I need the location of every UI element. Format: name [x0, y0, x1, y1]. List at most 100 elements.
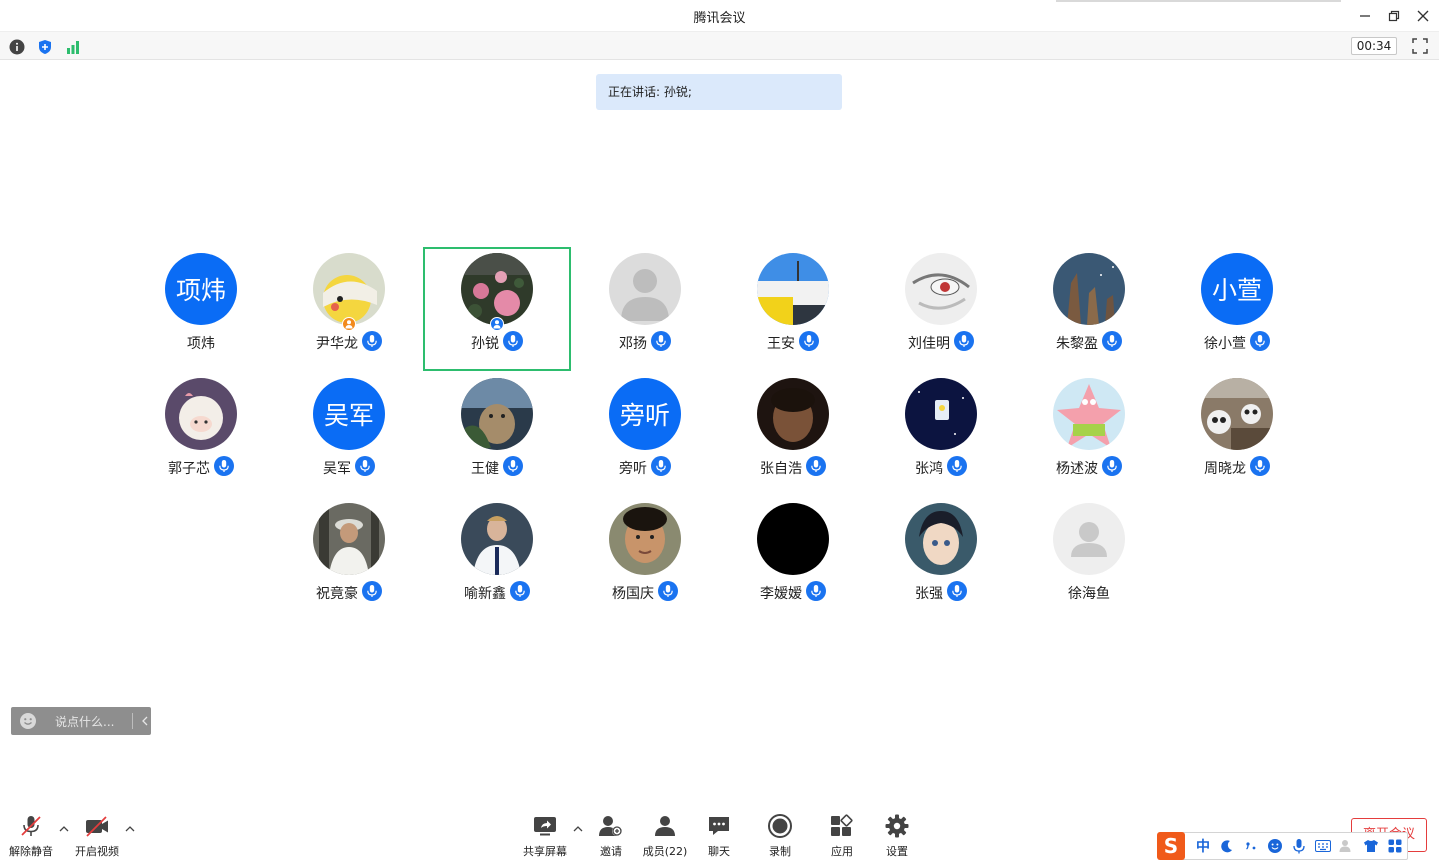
meeting-info-button[interactable]	[8, 38, 25, 55]
participant-tile[interactable]: 徐海鱼	[1015, 497, 1163, 621]
mic-status-badge	[947, 581, 967, 601]
participant-tile[interactable]: 尹华龙	[275, 247, 423, 371]
mic-status-badge	[503, 456, 523, 476]
chat-placeholder: 说点什么...	[55, 715, 115, 729]
participant-name: 杨国庆	[612, 586, 654, 602]
toolbox-grid-icon[interactable]	[1383, 834, 1407, 858]
mic-status-badge	[1102, 456, 1122, 476]
participant-name: 吴军	[323, 461, 351, 477]
chat-label: 聊天	[708, 845, 730, 858]
participant-tile[interactable]: 吴军 吴军	[275, 372, 423, 496]
start-video-label: 开启视频	[75, 845, 119, 858]
fullscreen-button[interactable]	[1412, 38, 1428, 54]
chevron-left-icon	[142, 716, 148, 726]
avatar	[757, 378, 829, 450]
info-icon	[9, 39, 24, 54]
invite-label: 邀请	[600, 845, 622, 858]
record-button[interactable]: 录制	[753, 813, 807, 858]
mic-icon	[1107, 335, 1117, 347]
close-button[interactable]	[1408, 0, 1438, 31]
mic-status-badge	[658, 581, 678, 601]
avatar-initials: 旁听	[619, 401, 670, 430]
avatar	[1053, 503, 1125, 575]
audio-options-chevron-up-icon[interactable]	[58, 823, 70, 835]
participant-tile[interactable]: 孙锐	[423, 247, 571, 371]
shield-icon	[38, 39, 51, 54]
minimize-button[interactable]	[1350, 0, 1380, 31]
share-options-chevron-up-icon[interactable]	[572, 823, 584, 835]
settings-button[interactable]: 设置	[870, 813, 924, 858]
participant-tile[interactable]: 杨述波	[1015, 372, 1163, 496]
keyboard-icon[interactable]	[1311, 834, 1335, 858]
participant-tile[interactable]: 张强	[867, 497, 1015, 621]
participant-tile[interactable]: 王健	[423, 372, 571, 496]
participant-tile[interactable]: 朱黎盈	[1015, 247, 1163, 371]
participant-name: 邓扬	[619, 336, 647, 352]
participant-tile[interactable]: 喻新鑫	[423, 497, 571, 621]
fullscreen-icon	[1412, 38, 1428, 54]
mic-status-badge	[214, 456, 234, 476]
speaking-indicator: 正在讲话: 孙锐;	[596, 74, 842, 110]
apps-icon	[831, 814, 853, 836]
participant-tile[interactable]: 郭子芯	[127, 372, 275, 496]
participant-name: 张自浩	[760, 461, 802, 477]
skin-shirt-icon[interactable]	[1359, 834, 1383, 858]
smiley-icon[interactable]	[1263, 834, 1287, 858]
participant-tile[interactable]: 李嫒嫒	[719, 497, 867, 621]
mic-icon	[811, 460, 821, 472]
avatar	[757, 503, 829, 575]
participant-name: 尹华龙	[316, 336, 358, 352]
sogou-logo[interactable]: S	[1157, 832, 1185, 860]
members-button[interactable]: 成员(22)	[638, 813, 692, 858]
avatar-initials: 项炜	[175, 276, 226, 305]
mic-icon	[508, 335, 518, 347]
ime-toolbar: S 中	[1157, 832, 1408, 860]
camera-off-icon	[86, 816, 108, 837]
network-signal-button[interactable]	[64, 38, 81, 55]
security-button[interactable]	[36, 38, 53, 55]
participant-tile[interactable]: 旁听 旁听	[571, 372, 719, 496]
participant-tile[interactable]: 王安	[719, 247, 867, 371]
share-screen-icon	[534, 817, 556, 836]
invite-button[interactable]: 邀请	[584, 813, 638, 858]
title-bar: 腾讯会议	[0, 0, 1439, 31]
users-icon	[655, 816, 675, 836]
participant-name: 喻新鑫	[464, 586, 506, 602]
participant-tile[interactable]: 项炜 项炜	[127, 247, 275, 371]
avatar: 吴军	[313, 378, 385, 450]
participant-tile[interactable]: 杨国庆	[571, 497, 719, 621]
chat-quick-input[interactable]: 说点什么...	[11, 707, 151, 735]
participant-tile[interactable]: 祝竟豪	[275, 497, 423, 621]
apps-button[interactable]: 应用	[815, 813, 869, 858]
mic-icon	[508, 460, 518, 472]
voice-input-icon[interactable]	[1287, 834, 1311, 858]
mic-icon	[663, 585, 673, 597]
participant-tile[interactable]: 张鸿	[867, 372, 1015, 496]
collapse-chat-button[interactable]	[138, 712, 152, 730]
participant-tile[interactable]: 刘佳明	[867, 247, 1015, 371]
mic-status-badge	[806, 581, 826, 601]
restore-icon	[1388, 10, 1400, 21]
unmute-button[interactable]: 解除静音	[4, 813, 58, 858]
avatar	[313, 503, 385, 575]
participant-tile[interactable]: 周晓龙	[1163, 372, 1311, 496]
user-account-icon[interactable]	[1335, 834, 1359, 858]
add-user-icon	[599, 816, 622, 836]
ime-language-toggle[interactable]: 中	[1191, 834, 1215, 858]
participant-name: 王安	[767, 336, 795, 352]
mic-muted-icon	[21, 816, 41, 836]
emoji-icon[interactable]	[19, 712, 37, 730]
chat-button[interactable]: 聊天	[692, 813, 746, 858]
apps-label: 应用	[831, 845, 853, 858]
start-video-button[interactable]: 开启视频	[70, 813, 124, 858]
share-screen-button[interactable]: 共享屏幕	[518, 813, 572, 858]
participant-name: 项炜	[187, 336, 215, 352]
video-options-chevron-up-icon[interactable]	[124, 823, 136, 835]
punctuation-icon[interactable]	[1239, 834, 1263, 858]
participant-tile[interactable]: 张自浩	[719, 372, 867, 496]
moon-icon[interactable]	[1215, 834, 1239, 858]
participant-tile[interactable]: 邓扬	[571, 247, 719, 371]
avatar	[461, 253, 533, 325]
restore-button[interactable]	[1379, 0, 1409, 31]
participant-tile[interactable]: 小萱 徐小萱	[1163, 247, 1311, 371]
